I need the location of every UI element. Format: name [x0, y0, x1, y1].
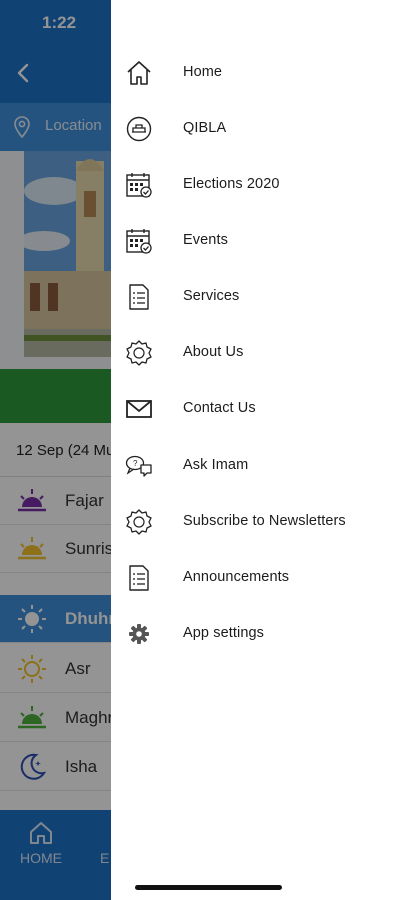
gear-icon	[129, 624, 149, 644]
document-list-icon	[129, 565, 149, 591]
status-icons	[347, 15, 390, 28]
menu-item-elections[interactable]: Elections 2020	[111, 160, 415, 210]
menu-item-ask-imam[interactable]: ? Ask Imam	[111, 441, 415, 491]
menu-label: Elections 2020	[183, 176, 280, 192]
menu-label: About Us	[183, 344, 244, 360]
menu-label: Home	[183, 64, 223, 80]
menu-item-qibla[interactable]: QIBLA	[111, 104, 415, 154]
menu-item-subscribe[interactable]: Subscribe to Newsletters	[111, 497, 415, 547]
calendar-icon	[126, 173, 152, 198]
menu-item-home[interactable]: Home	[111, 48, 415, 98]
calendar-icon	[126, 229, 152, 254]
menu-label: Contact Us	[183, 400, 256, 416]
menu-item-announcements[interactable]: Announcements	[111, 553, 415, 603]
menu-label: Ask Imam	[183, 457, 249, 473]
document-list-icon	[129, 284, 149, 310]
qibla-icon	[126, 116, 152, 142]
menu-item-about-us[interactable]: About Us	[111, 328, 415, 378]
badge-icon	[126, 509, 152, 535]
menu-item-app-settings[interactable]: App settings	[111, 609, 415, 659]
menu-item-contact-us[interactable]: Contact Us	[111, 384, 415, 434]
chat-bubbles-icon: ?	[125, 455, 152, 477]
menu-label: Services	[183, 288, 240, 304]
menu-item-services[interactable]: Services	[111, 272, 415, 322]
badge-icon	[126, 340, 152, 366]
menu-label: Subscribe to Newsletters	[183, 513, 346, 529]
home-indicator	[135, 885, 282, 890]
menu-label: App settings	[183, 625, 264, 641]
envelope-icon	[126, 400, 152, 418]
menu-label: Events	[183, 232, 228, 248]
home-icon	[127, 61, 151, 85]
menu-label: QIBLA	[183, 120, 227, 136]
side-drawer: Home QIBLA Elections 2020 Events Service…	[111, 0, 415, 900]
svg-text:?: ?	[133, 459, 138, 468]
menu-item-events[interactable]: Events	[111, 216, 415, 266]
menu-label: Announcements	[183, 569, 290, 585]
